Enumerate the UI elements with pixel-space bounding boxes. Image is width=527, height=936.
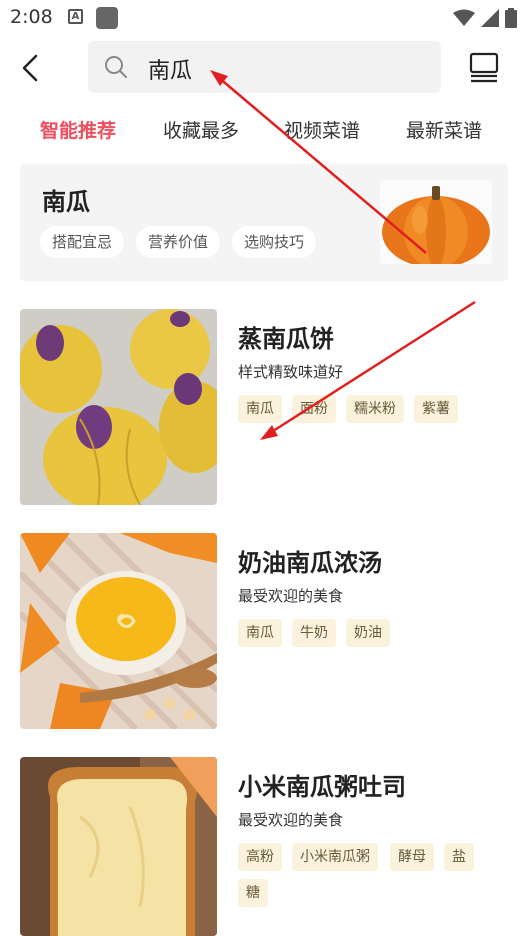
chip-nutrition[interactable]: 营养价值 (136, 226, 220, 258)
battery-icon (505, 8, 517, 28)
signal-icon (481, 9, 499, 27)
list-icon (469, 52, 499, 83)
recipe-image-millet-pumpkin-toast[interactable] (20, 757, 217, 936)
recipe-image-cream-pumpkin-soup[interactable] (20, 533, 217, 729)
tab-latest-recipes[interactable]: 最新菜谱 (406, 116, 482, 143)
ingredient-tag: 盐 (444, 843, 474, 871)
ingredient-tag: 面粉 (292, 395, 336, 423)
ingredient-card[interactable]: 南瓜 搭配宜忌 营养价值 选购技巧 (20, 164, 508, 281)
wifi-icon (453, 9, 475, 26)
tab-most-favorited[interactable]: 收藏最多 (163, 116, 239, 143)
search-box[interactable]: 南瓜 (88, 41, 441, 93)
recipe-item[interactable]: 奶油南瓜浓汤 最受欢迎的美食 南瓜 牛奶 奶油 (0, 533, 527, 729)
notification-a-icon: A (68, 9, 83, 24)
search-input[interactable]: 南瓜 (148, 53, 192, 85)
search-icon (105, 56, 127, 78)
tab-video-recipes[interactable]: 视频菜谱 (284, 116, 360, 143)
recipe-image-steamed-pumpkin-buns[interactable] (20, 309, 217, 505)
back-button[interactable] (14, 50, 50, 86)
recipe-description: 最受欢迎的美食 (238, 587, 344, 605)
ingredient-tag: 紫薯 (414, 395, 458, 423)
header: 南瓜 (0, 36, 527, 100)
ingredient-tag: 高粉 (238, 843, 282, 871)
status-bar: 2:08 A (0, 0, 527, 36)
notification-square-icon (96, 7, 118, 29)
ingredient-tag: 南瓜 (238, 395, 282, 423)
ingredient-tag: 糖 (238, 879, 268, 907)
ingredient-tag: 糯米粉 (346, 395, 404, 423)
chevron-left-icon (22, 54, 38, 82)
pumpkin-image (380, 180, 492, 264)
chip-buying-tips[interactable]: 选购技巧 (232, 226, 316, 258)
recipe-title: 奶油南瓜浓汤 (238, 549, 382, 577)
ingredient-tag: 奶油 (346, 619, 390, 647)
tab-smart-recommend[interactable]: 智能推荐 (40, 116, 116, 143)
ingredient-tag: 南瓜 (238, 619, 282, 647)
status-icons (453, 8, 517, 28)
status-time: 2:08 (10, 6, 53, 28)
recipe-description: 最受欢迎的美食 (238, 811, 344, 829)
recipe-item[interactable]: 蒸南瓜饼 样式精致味道好 南瓜 面粉 糯米粉 紫薯 (0, 309, 527, 505)
category-tabs: 智能推荐 收藏最多 视频菜谱 最新菜谱 (0, 110, 527, 150)
chip-pairing[interactable]: 搭配宜忌 (40, 226, 124, 258)
recipe-item[interactable]: 小米南瓜粥吐司 最受欢迎的美食 高粉 小米南瓜粥 酵母 盐 糖 (0, 757, 527, 936)
recipe-list-button[interactable] (468, 50, 500, 84)
ingredient-title: 南瓜 (42, 188, 90, 216)
ingredient-tag: 酵母 (390, 843, 434, 871)
ingredient-tag: 小米南瓜粥 (292, 843, 378, 871)
ingredient-tag: 牛奶 (292, 619, 336, 647)
recipe-description: 样式精致味道好 (238, 363, 344, 381)
recipe-title: 蒸南瓜饼 (238, 325, 334, 353)
recipe-title: 小米南瓜粥吐司 (238, 773, 406, 801)
